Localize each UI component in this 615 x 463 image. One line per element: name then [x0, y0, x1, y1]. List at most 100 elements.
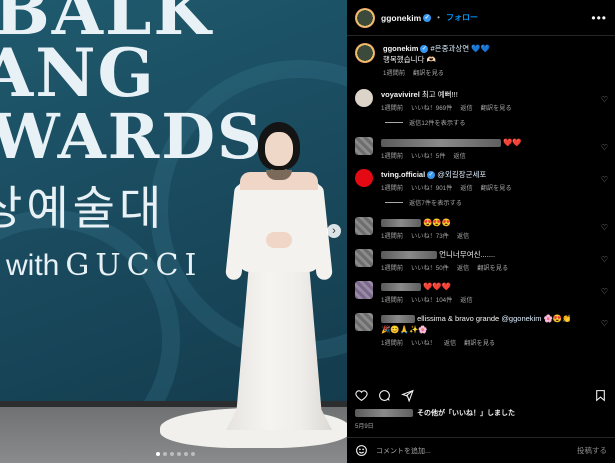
verified-icon: ✓: [420, 45, 429, 54]
reply-button[interactable]: 返信: [457, 231, 469, 240]
view-replies-label: 返信12件を表示する: [409, 120, 466, 127]
face: [265, 132, 293, 166]
comment-likes[interactable]: いいね！73件: [411, 231, 449, 240]
view-replies-button[interactable]: 返信12件を表示する: [385, 118, 615, 127]
translate-link[interactable]: 翻訳を見る: [481, 103, 512, 112]
list-item: voyavivirel 최고 예뻐!!! 1週間前 いいね！969件 返信 翻訳を見る…: [347, 89, 615, 112]
avatar[interactable]: [355, 281, 373, 299]
reply-button[interactable]: 返信: [444, 338, 456, 347]
reply-button[interactable]: 返信: [457, 263, 469, 272]
translate-link[interactable]: 翻訳を見る: [464, 338, 495, 347]
list-item: ❤️❤️ 1週間前 いいね！5件 返信 ♡: [347, 137, 615, 160]
hands: [266, 232, 292, 248]
heart-icon[interactable]: ♡: [601, 255, 608, 264]
avatar[interactable]: [355, 89, 373, 107]
view-replies-button[interactable]: 返信7件を表示する: [385, 198, 615, 207]
post-header: ggonekim ✓ • フォロー •••: [347, 0, 615, 36]
comments-list[interactable]: ggonekim ✓ #은중과상연 💙💙 행복했습니다 🫶🏻 1週間前 翻訳を見る …: [347, 37, 615, 382]
bookmark-icon[interactable]: [594, 389, 607, 402]
avatar[interactable]: [355, 313, 373, 331]
list-item: 😍😍😍 1週間前 いいね！73件 返信 ♡: [347, 217, 615, 240]
comment-time: 1週間前: [381, 105, 404, 112]
mention-link[interactable]: @ggonekim: [501, 314, 541, 323]
comment-text: ellissima & bravo grande: [417, 314, 500, 323]
person-in-white-gown: [160, 120, 347, 460]
caption-emoji: 💙💙: [471, 44, 490, 53]
comment-likes[interactable]: いいね！: [411, 338, 436, 347]
comment-time: 1週間前: [381, 153, 404, 160]
caption-text: 행복했습니다 🫶🏻: [383, 55, 436, 64]
gown-bodice: [238, 182, 320, 272]
avatar[interactable]: [355, 249, 373, 267]
blurred-username: [381, 251, 437, 260]
heart-icon[interactable]: ♡: [601, 223, 608, 232]
avatar[interactable]: [355, 7, 375, 28]
follow-button[interactable]: フォロー: [446, 12, 478, 23]
comment-likes[interactable]: いいね！5件: [411, 151, 445, 160]
carousel-dot: [156, 452, 160, 456]
comment-time: 1週間前: [381, 297, 404, 304]
heart-icon[interactable]: ♡: [601, 143, 608, 152]
translate-link[interactable]: 翻訳を見る: [481, 183, 512, 192]
heart-icon[interactable]: ♡: [601, 95, 608, 104]
post-button[interactable]: 投稿する: [577, 445, 607, 456]
list-item: ellissima & bravo grande @ggonekim 🌸😍👏 🎉…: [347, 313, 615, 347]
comment-likes[interactable]: いいね！104件: [411, 295, 452, 304]
gown-skirt: [226, 260, 332, 430]
comment-likes[interactable]: いいね！50件: [411, 263, 449, 272]
post-side-panel: ggonekim ✓ • フォロー ••• ggonekim ✓ #은중과상연 💙💙…: [347, 0, 615, 463]
heart-icon[interactable]: ♡: [601, 287, 608, 296]
mention-link[interactable]: @외길장군세포: [437, 170, 486, 179]
carousel-dot: [191, 452, 195, 456]
emoji-icon[interactable]: [355, 444, 368, 457]
ellipsis-icon[interactable]: •••: [591, 11, 607, 25]
comment-username[interactable]: tving.official: [381, 170, 425, 179]
caption-username[interactable]: ggonekim: [383, 44, 418, 53]
list-item: ❤️❤️❤️ 1週間前 いいね！104件 返信 ♡: [347, 281, 615, 304]
reply-button[interactable]: 返信: [460, 183, 472, 192]
separator: •: [437, 13, 440, 22]
blurred-username: [381, 315, 415, 324]
heart-icon[interactable]: ♡: [601, 175, 608, 184]
comment-username[interactable]: voyavivirel: [381, 90, 420, 99]
comment-text: 😍😍😍: [423, 218, 452, 227]
header-username[interactable]: ggonekim ✓: [381, 13, 432, 23]
carousel-dot: [170, 452, 174, 456]
post-photo[interactable]: BALK ANG WARDS 상예술대 with GUCCI ›: [0, 0, 347, 463]
comment-time: 1週間前: [381, 185, 404, 192]
translate-link[interactable]: 翻訳を見る: [413, 68, 444, 77]
avatar[interactable]: [355, 169, 373, 187]
backdrop-korean-text: 상예술대: [0, 181, 166, 235]
comment-likes[interactable]: いいね！901件: [411, 183, 452, 192]
verified-icon: ✓: [423, 14, 432, 23]
heart-icon[interactable]: [355, 389, 368, 402]
list-item: 언니너무여신....... 1週間前 いいね！50件 返信 翻訳を見る ♡: [347, 249, 615, 272]
avatar[interactable]: [355, 137, 373, 155]
translate-link[interactable]: 翻訳を見る: [477, 263, 508, 272]
likes-summary[interactable]: その他が「いいね！」しました: [355, 408, 515, 418]
reply-button[interactable]: 返信: [460, 295, 472, 304]
likes-text: その他が「いいね！」しました: [417, 410, 515, 417]
avatar[interactable]: [355, 217, 373, 235]
comment-time: 1週間前: [381, 233, 404, 240]
carousel-dot: [163, 452, 167, 456]
avatar[interactable]: [355, 43, 375, 63]
caption: ggonekim ✓ #은중과상연 💙💙 행복했습니다 🫶🏻 1週間前 翻訳を見る: [347, 43, 615, 77]
comment-text-line2: 🎉😊🙏✨🌸: [381, 325, 428, 334]
blurred-username: [381, 283, 421, 292]
comment-likes[interactable]: いいね！969件: [411, 103, 452, 112]
blurred-username: [381, 219, 421, 228]
blurred-username: [381, 139, 501, 148]
chevron-right-icon[interactable]: ›: [327, 224, 341, 238]
reply-button[interactable]: 返信: [453, 151, 465, 160]
send-icon[interactable]: [401, 389, 414, 402]
comment-text: ❤️❤️: [503, 138, 522, 147]
carousel-dot: [184, 452, 188, 456]
comment-icon[interactable]: [378, 389, 391, 402]
reply-button[interactable]: 返信: [460, 103, 472, 112]
heart-icon[interactable]: ♡: [601, 319, 608, 328]
add-comment-bar: コメントを追加... 投稿する: [347, 437, 615, 463]
hashtag-link[interactable]: #은중과상연: [431, 44, 470, 53]
blurred-username: [355, 409, 413, 417]
comment-input[interactable]: コメントを追加...: [376, 446, 431, 456]
